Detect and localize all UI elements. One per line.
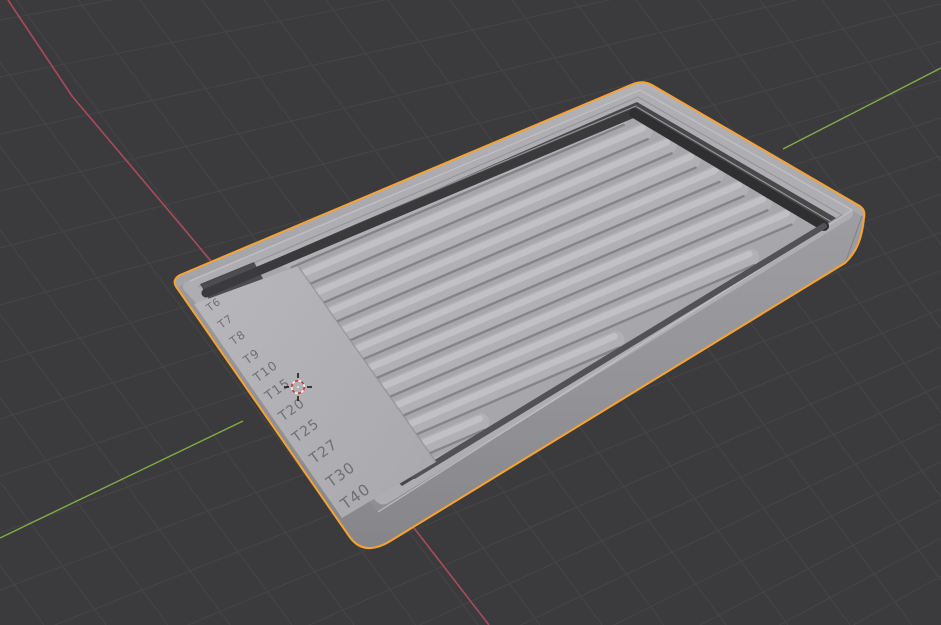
3d-viewport[interactable]: T6 T7 T8 T9 T10 T15 T20 T25 T27 T30 T40 — [0, 0, 941, 625]
